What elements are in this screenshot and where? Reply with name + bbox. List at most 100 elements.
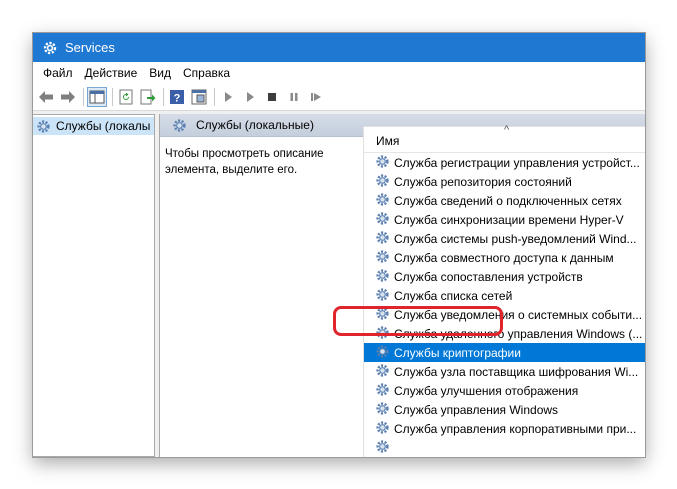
export-list-icon[interactable] <box>138 87 158 107</box>
service-name: Служба узла поставщика шифрования Wi... <box>394 364 639 379</box>
service-gear-icon <box>375 230 390 248</box>
back-arrow-icon[interactable] <box>36 87 56 107</box>
toolbar-separator <box>214 88 215 106</box>
main-pane: Службы (локальные) Чтобы просмотреть опи… <box>159 114 645 457</box>
toolbar-separator <box>83 88 84 106</box>
service-row[interactable]: Служба уведомления о системных событи... <box>364 305 645 324</box>
service-gear-icon-graphic <box>376 211 389 225</box>
toolbar: ? <box>33 84 645 111</box>
service-gear-icon <box>375 287 390 305</box>
service-row[interactable]: Служба списка сетей <box>364 286 645 305</box>
service-gear-icon <box>375 249 390 267</box>
refresh-icon[interactable] <box>116 87 136 107</box>
svg-text:?: ? <box>174 93 181 105</box>
service-row[interactable]: Служба удаленного управления Windows (..… <box>364 324 645 343</box>
service-row[interactable]: Служба управления Windows <box>364 400 645 419</box>
menu-file[interactable]: Файл <box>37 66 79 80</box>
service-gear-icon-graphic <box>376 325 389 339</box>
column-header-label: Имя <box>376 134 400 148</box>
service-name: Служба совместного доступа к данным <box>394 250 614 265</box>
service-row[interactable]: Служба системы push-уведомлений Wind... <box>364 229 645 248</box>
services-list: ^ Имя Служба регистрации управления устр… <box>363 124 645 457</box>
service-gear-icon-graphic <box>376 192 389 206</box>
service-row[interactable]: Служба синхронизации времени Hyper-V <box>364 210 645 229</box>
services-rows: Служба регистрации управления устройст..… <box>364 153 645 457</box>
service-gear-icon <box>375 420 390 438</box>
service-gear-icon <box>375 192 390 210</box>
service-name: Служба уведомления о системных событи... <box>394 307 643 322</box>
service-name: Служба управления Windows <box>394 402 559 417</box>
services-gear-icon <box>43 41 57 54</box>
service-gear-icon <box>375 268 390 286</box>
service-gear-icon-graphic <box>376 401 389 415</box>
service-name: Служба удаленного управления Windows (..… <box>394 326 643 341</box>
service-gear-icon-graphic <box>376 249 389 263</box>
service-gear-icon <box>375 154 390 172</box>
service-gear-icon-graphic <box>376 382 389 396</box>
service-gear-icon-graphic <box>376 154 389 168</box>
service-row[interactable]: Служба узла поставщика шифрования Wi... <box>364 362 645 381</box>
service-row[interactable]: Служба управления корпоративными при... <box>364 419 645 438</box>
toolbar-separator <box>163 88 164 106</box>
service-gear-icon <box>375 173 390 191</box>
service-gear-icon <box>375 439 390 457</box>
tree-item-services-local[interactable]: Службы (локалы <box>33 117 154 135</box>
service-row[interactable]: Служба репозитория состояний <box>364 172 645 191</box>
menu-action[interactable]: Действие <box>79 66 144 80</box>
start-service-icon[interactable] <box>218 87 238 107</box>
properties-icon[interactable] <box>189 87 209 107</box>
menu-help[interactable]: Справка <box>177 66 236 80</box>
service-name: Служба системы push-уведомлений Wind... <box>394 231 637 246</box>
service-gear-icon-graphic <box>376 363 389 377</box>
service-name: Служба списка сетей <box>394 288 513 303</box>
pause-service-icon[interactable] <box>284 87 304 107</box>
service-gear-icon <box>375 344 390 362</box>
service-row-selected[interactable]: Службы криптографии <box>364 343 645 362</box>
service-gear-icon-graphic <box>376 439 389 453</box>
service-row[interactable]: Служба улучшения отображения <box>364 381 645 400</box>
tree-item-label: Службы (локалы <box>56 119 151 133</box>
service-row[interactable] <box>364 438 645 457</box>
service-gear-icon <box>375 211 390 229</box>
title-bar[interactable]: Services <box>33 33 645 62</box>
service-name: Служба управления корпоративными при... <box>394 421 637 436</box>
help-icon[interactable]: ? <box>167 87 187 107</box>
description-text: Чтобы просмотреть описание элемента, выд… <box>165 148 324 176</box>
menu-view[interactable]: Вид <box>143 66 177 80</box>
column-header-name[interactable]: ^ Имя <box>364 124 645 153</box>
pane-header-title: Службы (локальные) <box>196 118 314 132</box>
service-gear-icon <box>375 325 390 343</box>
service-gear-icon-graphic <box>376 173 389 187</box>
service-gear-icon <box>375 382 390 400</box>
console-tree-icon[interactable] <box>87 87 107 107</box>
service-gear-icon-graphic <box>376 268 389 282</box>
service-gear-icon-graphic <box>376 230 389 244</box>
service-gear-icon <box>375 363 390 381</box>
start-alt-icon[interactable] <box>240 87 260 107</box>
window-title: Services <box>65 40 115 55</box>
service-row[interactable]: Служба регистрации управления устройст..… <box>364 153 645 172</box>
services-gear-icon <box>173 118 186 132</box>
console-tree: Службы (локалы <box>33 114 155 457</box>
service-gear-icon-graphic <box>376 344 389 358</box>
service-gear-icon-graphic <box>376 287 389 301</box>
service-name: Служба регистрации управления устройст..… <box>394 155 640 170</box>
service-name: Служба синхронизации времени Hyper-V <box>394 212 624 227</box>
service-row[interactable]: Служба совместного доступа к данным <box>364 248 645 267</box>
service-name: Служба сведений о подключенных сетях <box>394 193 622 208</box>
service-name: Служба сопоставления устройств <box>394 269 583 284</box>
forward-arrow-icon[interactable] <box>58 87 78 107</box>
services-window: Services Файл Действие Вид Справка ? Слу… <box>33 33 645 457</box>
menu-bar: Файл Действие Вид Справка <box>33 62 645 84</box>
services-gear-icon <box>37 119 50 133</box>
service-gear-icon <box>375 401 390 419</box>
service-name: Служба репозитория состояний <box>394 174 572 189</box>
service-name: Служба улучшения отображения <box>394 383 579 398</box>
stop-service-icon[interactable] <box>262 87 282 107</box>
restart-service-icon[interactable] <box>306 87 326 107</box>
service-row[interactable]: Служба сведений о подключенных сетях <box>364 191 645 210</box>
service-gear-icon-graphic <box>376 306 389 320</box>
service-row[interactable]: Служба сопоставления устройств <box>364 267 645 286</box>
service-name: Службы криптографии <box>394 345 521 360</box>
content-area: Службы (локалы Службы (локальные) Чтобы … <box>33 111 645 457</box>
